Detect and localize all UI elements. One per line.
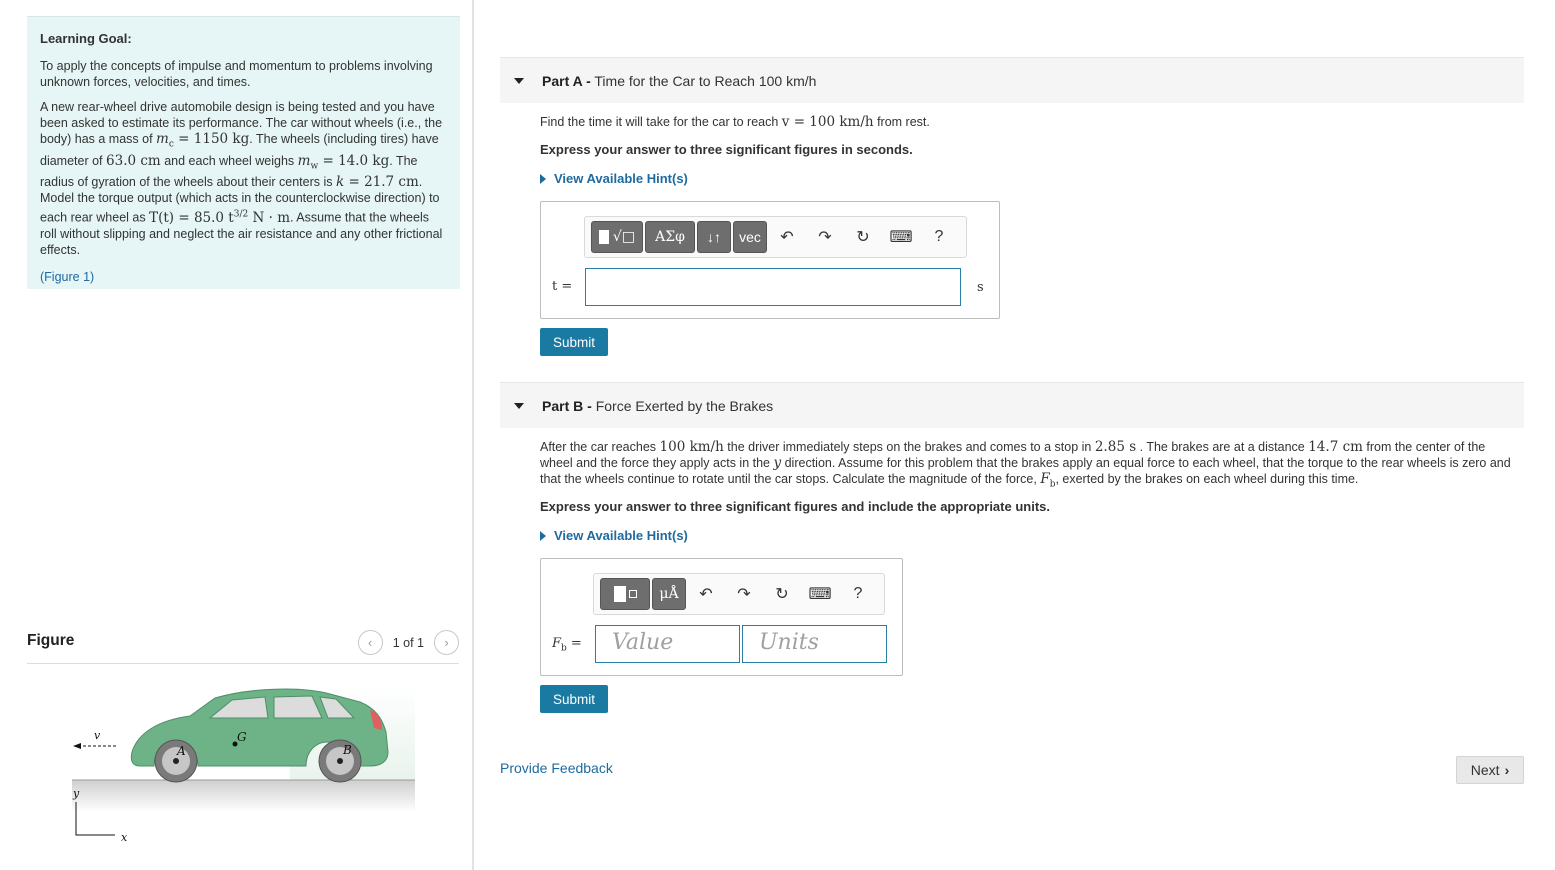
template-sqrt-button[interactable]: √□: [591, 221, 643, 253]
figure-prev-button[interactable]: ‹: [357, 630, 383, 655]
label-x: x: [121, 831, 128, 844]
reset-icon[interactable]: ↻: [845, 221, 881, 253]
column-divider: [472, 0, 474, 870]
right-panel: Part A - Time for the Car to Reach 100 k…: [500, 0, 1524, 870]
car-figure: A B G v y x: [72, 685, 415, 844]
help-icon[interactable]: ?: [921, 221, 957, 253]
left-panel: Learning Goal: To apply the concepts of …: [0, 0, 472, 870]
part-a-submit-button[interactable]: Submit: [540, 328, 609, 356]
figure-link[interactable]: (Figure 1): [40, 270, 94, 284]
chevron-right-icon: ›: [1504, 762, 1510, 778]
redo-icon[interactable]: ↷: [726, 578, 762, 610]
collapse-caret-icon: [514, 77, 524, 84]
part-a-unit: s: [977, 280, 984, 295]
part-b-title: Force Exerted by the Brakes: [595, 397, 774, 414]
ground: [72, 780, 415, 812]
part-b-submit-button[interactable]: Submit: [540, 685, 609, 713]
keyboard-icon[interactable]: ⌨: [883, 221, 919, 253]
part-b-units-input[interactable]: Units: [742, 625, 887, 663]
part-b-answer-box: μÅ ↶ ↷ ↻ ⌨ ? Fb = Value Units: [540, 558, 903, 676]
part-a-answer-input[interactable]: [585, 268, 961, 306]
part-a-header[interactable]: Part A - Time for the Car to Reach 100 k…: [500, 57, 1524, 103]
greek-symbols-button[interactable]: ΑΣφ: [645, 221, 695, 253]
template-icon: [598, 230, 609, 244]
learning-goal-text: To apply the concepts of impulse and mom…: [40, 59, 433, 89]
reset-icon[interactable]: ↻: [764, 578, 800, 610]
provide-feedback-link[interactable]: Provide Feedback: [500, 760, 613, 776]
part-b-equation-toolbar: μÅ ↶ ↷ ↻ ⌨ ?: [593, 573, 885, 615]
collapse-caret-icon: [514, 402, 524, 409]
label-G: G: [237, 730, 247, 744]
learning-goal-box: Learning Goal: To apply the concepts of …: [27, 16, 460, 289]
label-v: v: [94, 729, 101, 742]
help-icon[interactable]: ?: [840, 578, 876, 610]
part-b-label: Part B -: [542, 397, 592, 414]
keyboard-icon[interactable]: ⌨: [802, 578, 838, 610]
part-b-value-input[interactable]: Value: [595, 625, 740, 663]
part-a-variable-label: t =: [552, 279, 573, 294]
value-placeholder: Value: [612, 630, 674, 655]
sqrt-icon: √□: [612, 229, 636, 245]
chevron-left-icon: ‹: [368, 635, 373, 650]
figure-next-button[interactable]: ›: [434, 630, 459, 655]
problem-statement: A new rear-wheel drive automobile design…: [40, 100, 443, 257]
label-B: B: [342, 743, 352, 757]
part-b-instructions: Express your answer to three significant…: [540, 499, 1050, 514]
part-a-answer-box: √□ ΑΣφ ↓↑ vec ↶ ↷ ↻ ⌨ ? t = s: [540, 201, 1000, 319]
template-button[interactable]: [600, 578, 650, 610]
next-button[interactable]: Next ›: [1456, 756, 1524, 784]
part-a-equation-toolbar: √□ ΑΣφ ↓↑ vec ↶ ↷ ↻ ⌨ ?: [584, 216, 967, 258]
figure-header: Figure ‹ 1 of 1 ›: [27, 630, 459, 664]
template-icon: [613, 586, 626, 602]
part-a-question: Find the time it will take for the car t…: [540, 114, 930, 130]
part-a-label: Part A -: [542, 72, 591, 89]
chevron-right-icon: ›: [444, 635, 449, 650]
figure-navigation: ‹ 1 of 1 ›: [357, 630, 459, 655]
undo-icon[interactable]: ↶: [769, 221, 805, 253]
redo-icon[interactable]: ↷: [807, 221, 843, 253]
units-placeholder: Units: [759, 630, 819, 655]
label-y: y: [72, 787, 80, 800]
undo-icon[interactable]: ↶: [688, 578, 724, 610]
triangle-right-icon: [540, 174, 546, 184]
label-A: A: [176, 744, 186, 758]
part-a-hint-link[interactable]: View Available Hint(s): [540, 171, 688, 187]
learning-goal-title: Learning Goal:: [40, 31, 132, 46]
figure-title: Figure: [27, 632, 75, 649]
vector-button[interactable]: vec: [733, 221, 767, 253]
units-symbols-button[interactable]: μÅ: [652, 578, 686, 610]
part-b-header[interactable]: Part B - Force Exerted by the Brakes: [500, 382, 1524, 428]
part-a-instructions: Express your answer to three significant…: [540, 142, 913, 157]
part-b-variable-label: Fb =: [552, 636, 582, 654]
part-a-title: Time for the Car to Reach 100 km/h: [594, 72, 817, 89]
subscript-superscript-button[interactable]: ↓↑: [697, 221, 731, 253]
triangle-right-icon: [540, 531, 546, 541]
figure-count: 1 of 1: [392, 635, 424, 650]
part-b-hint-link[interactable]: View Available Hint(s): [540, 528, 688, 544]
part-b-question: After the car reaches 100 km/h the drive…: [540, 439, 1511, 490]
